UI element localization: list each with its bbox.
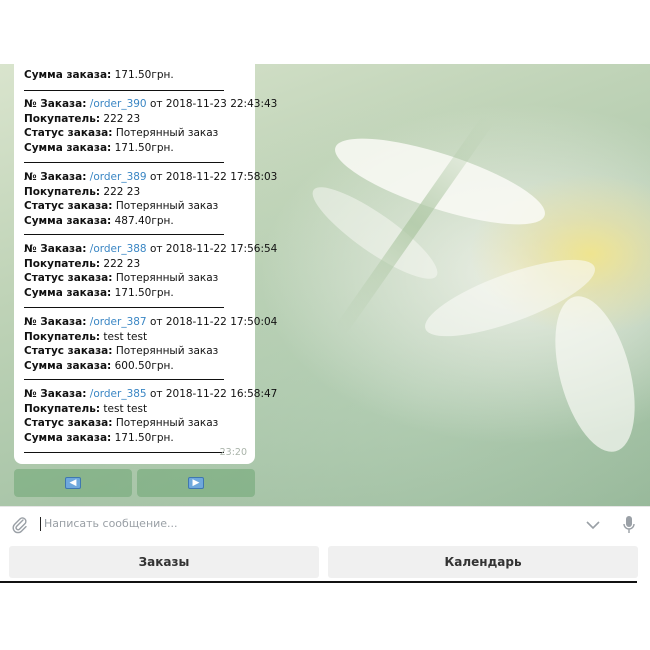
order-number-label: № Заказа: [24, 171, 87, 183]
separator [24, 162, 224, 163]
order-block: № Заказа: /order_388 от 2018-11-22 17:56… [24, 242, 277, 300]
arrow-right-icon: ▶ [188, 477, 204, 489]
message-time: 23:20 [219, 446, 247, 458]
order-block: № Заказа: /order_387 от 2018-11-22 17:50… [24, 315, 277, 373]
status-label: Статус заказа: [24, 127, 113, 139]
order-datetime: от 2018-11-23 22:43:43 [149, 98, 278, 110]
separator [24, 452, 224, 453]
total-label: Сумма заказа: [24, 286, 112, 299]
separator [24, 307, 224, 308]
buyer-label: Покупатель: [24, 330, 101, 343]
prev-page-button[interactable]: ◀ [14, 469, 132, 497]
message-composer: Написать сообщение... [0, 506, 650, 543]
divider [0, 581, 637, 583]
order-datetime: от 2018-11-22 17:56:54 [149, 243, 278, 255]
buyer-value: 222 23 [103, 257, 141, 270]
total-value: 487.40грн. [114, 214, 174, 227]
buyer-value: test test [103, 402, 148, 415]
total-label: Сумма заказа: [24, 214, 112, 227]
buyer-value: 222 23 [103, 185, 141, 198]
status-value: Потерянный заказ [115, 417, 219, 429]
calendar-button[interactable]: Календарь [328, 546, 638, 578]
order-number-label: № Заказа: [24, 316, 87, 328]
buyer-label: Покупатель: [24, 402, 101, 415]
text-caret [40, 517, 41, 531]
total-label: Сумма заказа: [24, 359, 112, 372]
orders-button[interactable]: Заказы [9, 546, 319, 578]
separator [24, 379, 224, 380]
order-number-label: № Заказа: [24, 98, 87, 110]
status-label: Статус заказа: [24, 272, 113, 284]
arrow-left-icon: ◀ [65, 477, 81, 489]
buyer-value: test test [103, 330, 148, 343]
total-label: Сумма заказа: [24, 141, 112, 154]
order-link[interactable]: /order_389 [90, 171, 147, 183]
order-datetime: от 2018-11-22 17:58:03 [149, 171, 278, 183]
order-block: № Заказа: /order_389 от 2018-11-22 17:58… [24, 170, 277, 228]
separator [24, 234, 224, 235]
status-label: Статус заказа: [24, 200, 113, 212]
total-value: 600.50грн. [114, 359, 174, 372]
total-label: Сумма заказа: [24, 431, 112, 444]
buyer-label: Покупатель: [24, 112, 101, 125]
total-value: 171.50грн. [114, 431, 174, 444]
order-number-label: № Заказа: [24, 388, 87, 400]
microphone-icon[interactable] [622, 515, 636, 535]
bot-message: Сумма заказа: 171.50грн. № Заказа: /orde… [14, 64, 277, 464]
status-value: Потерянный заказ [115, 200, 219, 212]
partial-order: Сумма заказа: 171.50грн. [24, 68, 249, 83]
order-link[interactable]: /order_390 [90, 98, 147, 110]
status-value: Потерянный заказ [115, 127, 219, 139]
total-value: 171.50грн. [114, 141, 174, 154]
next-page-button[interactable]: ▶ [137, 469, 255, 497]
separator [24, 90, 224, 91]
total-value: 171.50грн. [114, 69, 174, 81]
message-input[interactable]: Написать сообщение... [44, 517, 178, 530]
order-link[interactable]: /order_388 [90, 243, 147, 255]
status-label: Статус заказа: [24, 417, 113, 429]
background-petal [540, 287, 650, 461]
order-link[interactable]: /order_387 [90, 316, 147, 328]
paperclip-icon[interactable] [11, 516, 29, 534]
chevron-down-icon[interactable] [585, 518, 601, 532]
total-value: 171.50грн. [114, 286, 174, 299]
buyer-label: Покупатель: [24, 257, 101, 270]
total-label: Сумма заказа: [24, 69, 112, 81]
status-value: Потерянный заказ [115, 345, 219, 357]
order-datetime: от 2018-11-22 16:58:47 [149, 388, 278, 400]
order-datetime: от 2018-11-22 17:50:04 [149, 316, 278, 328]
order-number-label: № Заказа: [24, 243, 87, 255]
order-block: № Заказа: /order_390 от 2018-11-23 22:43… [24, 97, 277, 155]
buyer-label: Покупатель: [24, 185, 101, 198]
status-label: Статус заказа: [24, 345, 113, 357]
status-value: Потерянный заказ [115, 272, 219, 284]
order-block: № Заказа: /order_385 от 2018-11-22 16:58… [24, 387, 277, 445]
buyer-value: 222 23 [103, 112, 141, 125]
order-link[interactable]: /order_385 [90, 388, 147, 400]
